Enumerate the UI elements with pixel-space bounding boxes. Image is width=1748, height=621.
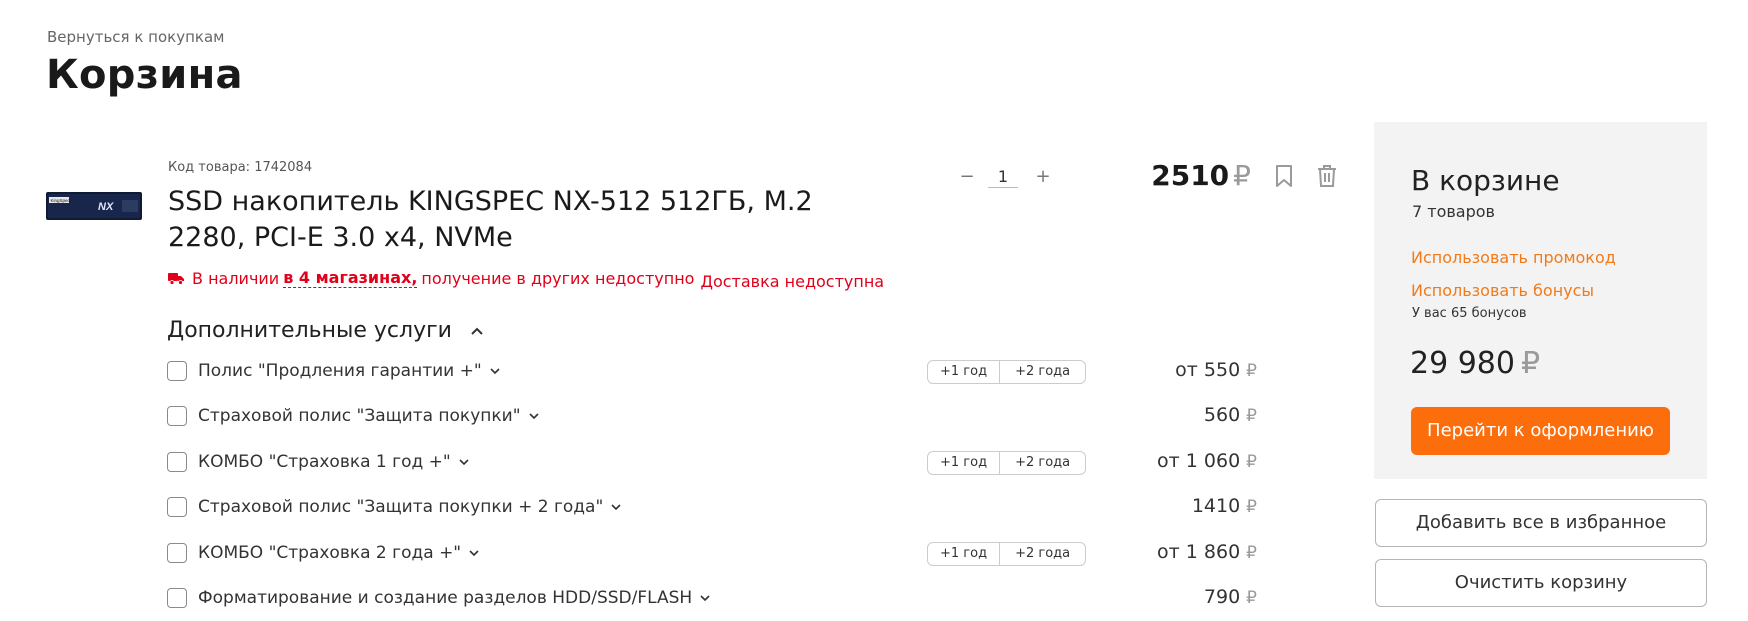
service-checkbox[interactable] xyxy=(167,361,187,381)
total-price: 29 980 ₽ xyxy=(1410,346,1541,381)
service-checkbox[interactable] xyxy=(167,406,187,426)
svg-text:NX: NX xyxy=(98,201,114,213)
stores-link[interactable]: в 4 магазинах, xyxy=(283,268,418,288)
service-label[interactable]: Форматирование и создание разделов HDD/S… xyxy=(198,588,710,608)
currency-symbol: ₽ xyxy=(1233,159,1251,192)
chevron-down-icon xyxy=(459,458,469,465)
truck-icon xyxy=(168,272,184,285)
service-label[interactable]: КОМБО "Страховка 2 года +" xyxy=(198,543,479,563)
trash-icon[interactable] xyxy=(1316,164,1338,188)
service-row: Страховой полис "Защита покупки + 2 года… xyxy=(167,493,1257,521)
pickup-text: получение в других недоступно xyxy=(421,268,695,288)
service-label[interactable]: Полис "Продления гарантии +" xyxy=(198,361,500,381)
delivery-status: Доставка недоступна xyxy=(700,271,885,291)
option-2-years[interactable]: +2 года xyxy=(999,452,1085,474)
services-title: Дополнительные услуги xyxy=(167,318,452,343)
services-toggle[interactable]: Дополнительные услуги xyxy=(167,318,484,343)
option-2-years[interactable]: +2 года xyxy=(999,361,1085,383)
chevron-down-icon xyxy=(469,549,479,556)
service-row: КОМБО "Страховка 1 год +" +1 год +2 года… xyxy=(167,448,1257,476)
chevron-down-icon xyxy=(528,412,539,419)
chevron-down-icon xyxy=(490,367,500,374)
service-row: КОМБО "Страховка 2 года +" +1 год +2 год… xyxy=(167,539,1257,567)
service-checkbox[interactable] xyxy=(167,497,187,517)
add-all-to-favorites-button[interactable]: Добавить все в избранное xyxy=(1375,499,1707,547)
price-value: 2510 xyxy=(1151,159,1230,192)
service-row: Полис "Продления гарантии +" +1 год +2 г… xyxy=(167,357,1257,385)
option-1-year[interactable]: +1 год xyxy=(928,452,999,474)
service-price: 1410 ₽ xyxy=(1191,495,1257,517)
promo-code-link[interactable]: Использовать промокод xyxy=(1411,248,1616,267)
page-title: Корзина xyxy=(46,52,243,98)
option-1-year[interactable]: +1 год xyxy=(928,543,999,565)
product-code: Код товара: 1742084 xyxy=(168,160,313,175)
service-row: Форматирование и создание разделов HDD/S… xyxy=(167,584,1257,612)
availability-info: В наличии в 4 магазинах, получение в дру… xyxy=(168,268,885,291)
svg-text:KingSpec: KingSpec xyxy=(51,198,71,203)
chevron-down-icon xyxy=(611,503,621,510)
back-to-shopping-link[interactable]: Вернуться к покупкам xyxy=(47,28,224,46)
option-1-year[interactable]: +1 год xyxy=(928,361,999,383)
option-2-years[interactable]: +2 года xyxy=(999,543,1085,565)
service-checkbox[interactable] xyxy=(167,543,187,563)
items-count: 7 товаров xyxy=(1412,202,1495,221)
decrease-quantity-button[interactable]: − xyxy=(956,166,978,188)
use-bonuses-link[interactable]: Использовать бонусы xyxy=(1411,281,1594,300)
service-checkbox[interactable] xyxy=(167,452,187,472)
service-label[interactable]: КОМБО "Страховка 1 год +" xyxy=(198,452,469,472)
service-term-options: +1 год +2 года xyxy=(927,542,1087,566)
service-row: Страховой полис "Защита покупки" 560 ₽ xyxy=(167,402,1257,430)
service-label[interactable]: Страховой полис "Защита покупки + 2 года… xyxy=(198,497,621,517)
bookmark-icon[interactable] xyxy=(1274,164,1294,188)
product-price: 2510 ₽ xyxy=(1151,159,1251,192)
chevron-up-icon xyxy=(471,327,483,335)
service-price: от 1 860 ₽ xyxy=(1157,541,1257,563)
quantity-stepper: − 1 + xyxy=(956,166,1054,188)
service-price: 790 ₽ xyxy=(1203,586,1257,608)
service-term-options: +1 год +2 года xyxy=(927,451,1087,475)
service-price: от 550 ₽ xyxy=(1175,359,1257,381)
in-stock-text: В наличии xyxy=(192,268,280,288)
increase-quantity-button[interactable]: + xyxy=(1032,166,1054,188)
checkout-button[interactable]: Перейти к оформлению xyxy=(1411,407,1670,455)
summary-title: В корзине xyxy=(1411,164,1560,197)
quantity-value[interactable]: 1 xyxy=(988,166,1018,188)
service-price: от 1 060 ₽ xyxy=(1157,450,1257,472)
service-price: 560 ₽ xyxy=(1203,404,1257,426)
service-label[interactable]: Страховой полис "Защита покупки" xyxy=(198,406,539,426)
chevron-down-icon xyxy=(700,594,710,601)
service-term-options: +1 год +2 года xyxy=(927,360,1087,384)
product-name[interactable]: SSD накопитель KINGSPEC NX-512 512ГБ, M.… xyxy=(168,184,868,256)
clear-cart-button[interactable]: Очистить корзину xyxy=(1375,559,1707,607)
product-image[interactable]: KingSpec NX xyxy=(46,192,142,220)
cart-summary: В корзине 7 товаров Использовать промоко… xyxy=(1374,122,1707,479)
bonus-balance: У вас 65 бонусов xyxy=(1412,306,1527,321)
service-checkbox[interactable] xyxy=(167,588,187,608)
